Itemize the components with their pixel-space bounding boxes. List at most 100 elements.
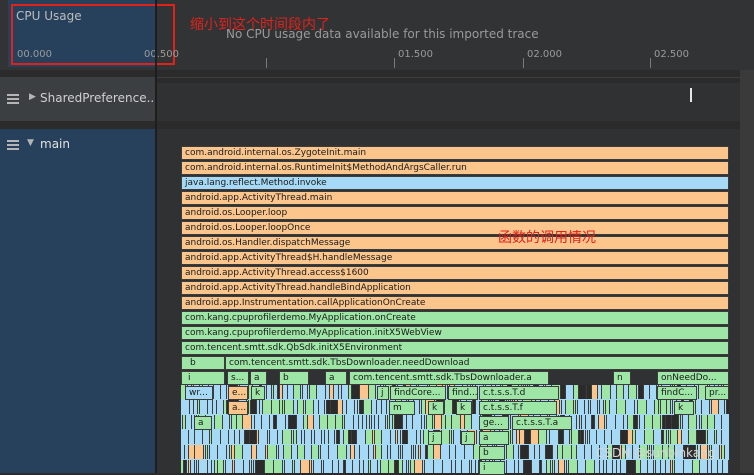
thin-call-frame[interactable]	[218, 445, 227, 459]
call-frame[interactable]: a	[250, 371, 267, 385]
thin-call-frame[interactable]	[294, 385, 301, 399]
thin-call-frame[interactable]	[647, 400, 655, 414]
thin-call-frame[interactable]	[727, 400, 729, 414]
thin-call-frame[interactable]	[524, 460, 532, 473]
thread-row-track[interactable]	[157, 83, 740, 121]
thin-call-frame[interactable]	[617, 385, 624, 399]
call-frame[interactable]: m	[389, 401, 415, 415]
thin-call-frame[interactable]	[654, 430, 662, 444]
thin-call-frame[interactable]	[722, 430, 729, 444]
thin-call-frame[interactable]	[342, 385, 349, 399]
thin-call-frame[interactable]	[395, 415, 403, 429]
thin-call-frame[interactable]	[684, 460, 693, 473]
thin-call-frame[interactable]	[217, 400, 224, 414]
thin-call-frame[interactable]	[274, 460, 283, 473]
thin-call-frame[interactable]	[550, 430, 559, 444]
thin-call-frame[interactable]	[347, 400, 355, 414]
thin-call-frame[interactable]	[262, 415, 270, 429]
call-frame[interactable]: com.android.internal.os.ZygoteInit.main	[181, 146, 729, 160]
call-frame[interactable]: android.app.ActivityThread.main	[181, 191, 729, 205]
call-frame[interactable]: android.app.Instrumentation.callApplicat…	[181, 296, 729, 310]
thin-call-frame[interactable]	[626, 400, 635, 414]
call-frame[interactable]: a	[325, 371, 347, 385]
thin-call-frame[interactable]	[366, 430, 373, 444]
thin-call-frame[interactable]	[578, 400, 585, 414]
call-frame[interactable]: com.tencent.smtt.sdk.TbsDownloader.a	[349, 371, 549, 385]
thin-call-frame[interactable]	[210, 445, 218, 459]
call-frame[interactable]: k	[674, 401, 694, 415]
thin-call-frame[interactable]	[181, 400, 190, 414]
thin-call-frame[interactable]	[382, 430, 391, 444]
thin-call-frame[interactable]	[722, 415, 729, 429]
thin-call-frame[interactable]	[546, 445, 553, 459]
thin-call-frame[interactable]	[235, 445, 243, 459]
call-frame[interactable]: android.os.Looper.loop	[181, 206, 729, 220]
thin-call-frame[interactable]	[284, 445, 292, 459]
thin-call-frame[interactable]	[579, 385, 587, 399]
thin-call-frame[interactable]	[605, 430, 612, 444]
call-frame[interactable]: onNeedDo...	[657, 371, 729, 385]
thin-call-frame[interactable]	[257, 445, 266, 459]
thin-call-frame[interactable]	[306, 400, 314, 414]
thin-call-frame[interactable]	[317, 385, 326, 399]
collapse-arrow-icon[interactable]: ▼	[27, 138, 34, 148]
thin-call-frame[interactable]	[331, 400, 338, 414]
thin-call-frame[interactable]	[539, 430, 547, 444]
call-frame[interactable]: a	[479, 431, 509, 445]
trace-event-marker[interactable]	[690, 88, 692, 102]
call-frame[interactable]: ge...	[479, 416, 509, 430]
thin-call-frame[interactable]	[272, 400, 280, 414]
thin-call-frame[interactable]	[314, 460, 322, 473]
thin-call-frame[interactable]	[352, 385, 360, 399]
thin-call-frame[interactable]	[226, 460, 233, 473]
thin-call-frame[interactable]	[285, 400, 294, 414]
call-frame[interactable]: b	[181, 356, 225, 370]
thin-call-frame[interactable]	[360, 385, 369, 399]
thin-call-frame[interactable]	[270, 430, 278, 444]
thin-call-frame[interactable]	[289, 415, 297, 429]
call-frame[interactable]: k	[251, 386, 265, 400]
thin-call-frame[interactable]	[256, 460, 265, 473]
thin-call-frame[interactable]	[403, 445, 412, 459]
thin-call-frame[interactable]	[445, 400, 453, 414]
thin-call-frame[interactable]	[408, 430, 417, 444]
thin-call-frame[interactable]	[597, 430, 605, 444]
call-frame[interactable]: com.kang.cpuprofilerdemo.MyApplication.i…	[181, 326, 729, 340]
thin-call-frame[interactable]	[572, 430, 579, 444]
thin-call-frame[interactable]	[465, 445, 474, 459]
thin-call-frame[interactable]	[636, 430, 645, 444]
thin-call-frame[interactable]	[324, 460, 333, 473]
thin-call-frame[interactable]	[336, 415, 343, 429]
thin-call-frame[interactable]	[203, 430, 210, 444]
thin-call-frame[interactable]	[221, 430, 229, 444]
call-frame[interactable]: c.t.s.s.T.d	[479, 386, 559, 400]
thin-call-frame[interactable]	[375, 430, 382, 444]
panel-divider[interactable]	[155, 0, 157, 473]
thin-call-frame[interactable]	[391, 445, 399, 459]
call-frame[interactable]: i	[181, 371, 225, 385]
thin-call-frame[interactable]	[708, 415, 715, 429]
thin-call-frame[interactable]	[357, 430, 366, 444]
thin-call-frame[interactable]	[715, 415, 722, 429]
thin-call-frame[interactable]	[521, 445, 529, 459]
call-frame[interactable]: wr...	[185, 386, 213, 400]
thin-call-frame[interactable]	[195, 430, 203, 444]
thin-call-frame[interactable]	[181, 430, 189, 444]
thin-call-frame[interactable]	[532, 460, 540, 473]
call-frame[interactable]: b	[279, 371, 309, 385]
thin-call-frame[interactable]	[586, 460, 595, 473]
thin-call-frame[interactable]	[689, 415, 697, 429]
thin-call-frame[interactable]	[371, 460, 378, 473]
thin-call-frame[interactable]	[507, 460, 515, 473]
thin-call-frame[interactable]	[434, 460, 443, 473]
call-frame[interactable]: k	[428, 401, 444, 415]
thin-call-frame[interactable]	[700, 460, 708, 473]
call-frame[interactable]: e...	[228, 386, 248, 400]
call-frame[interactable]: j	[428, 431, 442, 445]
thin-call-frame[interactable]	[310, 385, 317, 399]
call-frame[interactable]: android.os.Looper.loopOnce	[181, 221, 729, 235]
thin-call-frame[interactable]	[610, 400, 617, 414]
call-frame[interactable]: pr...	[705, 386, 729, 400]
thin-call-frame[interactable]	[452, 415, 461, 429]
thin-call-frame[interactable]	[346, 460, 353, 473]
